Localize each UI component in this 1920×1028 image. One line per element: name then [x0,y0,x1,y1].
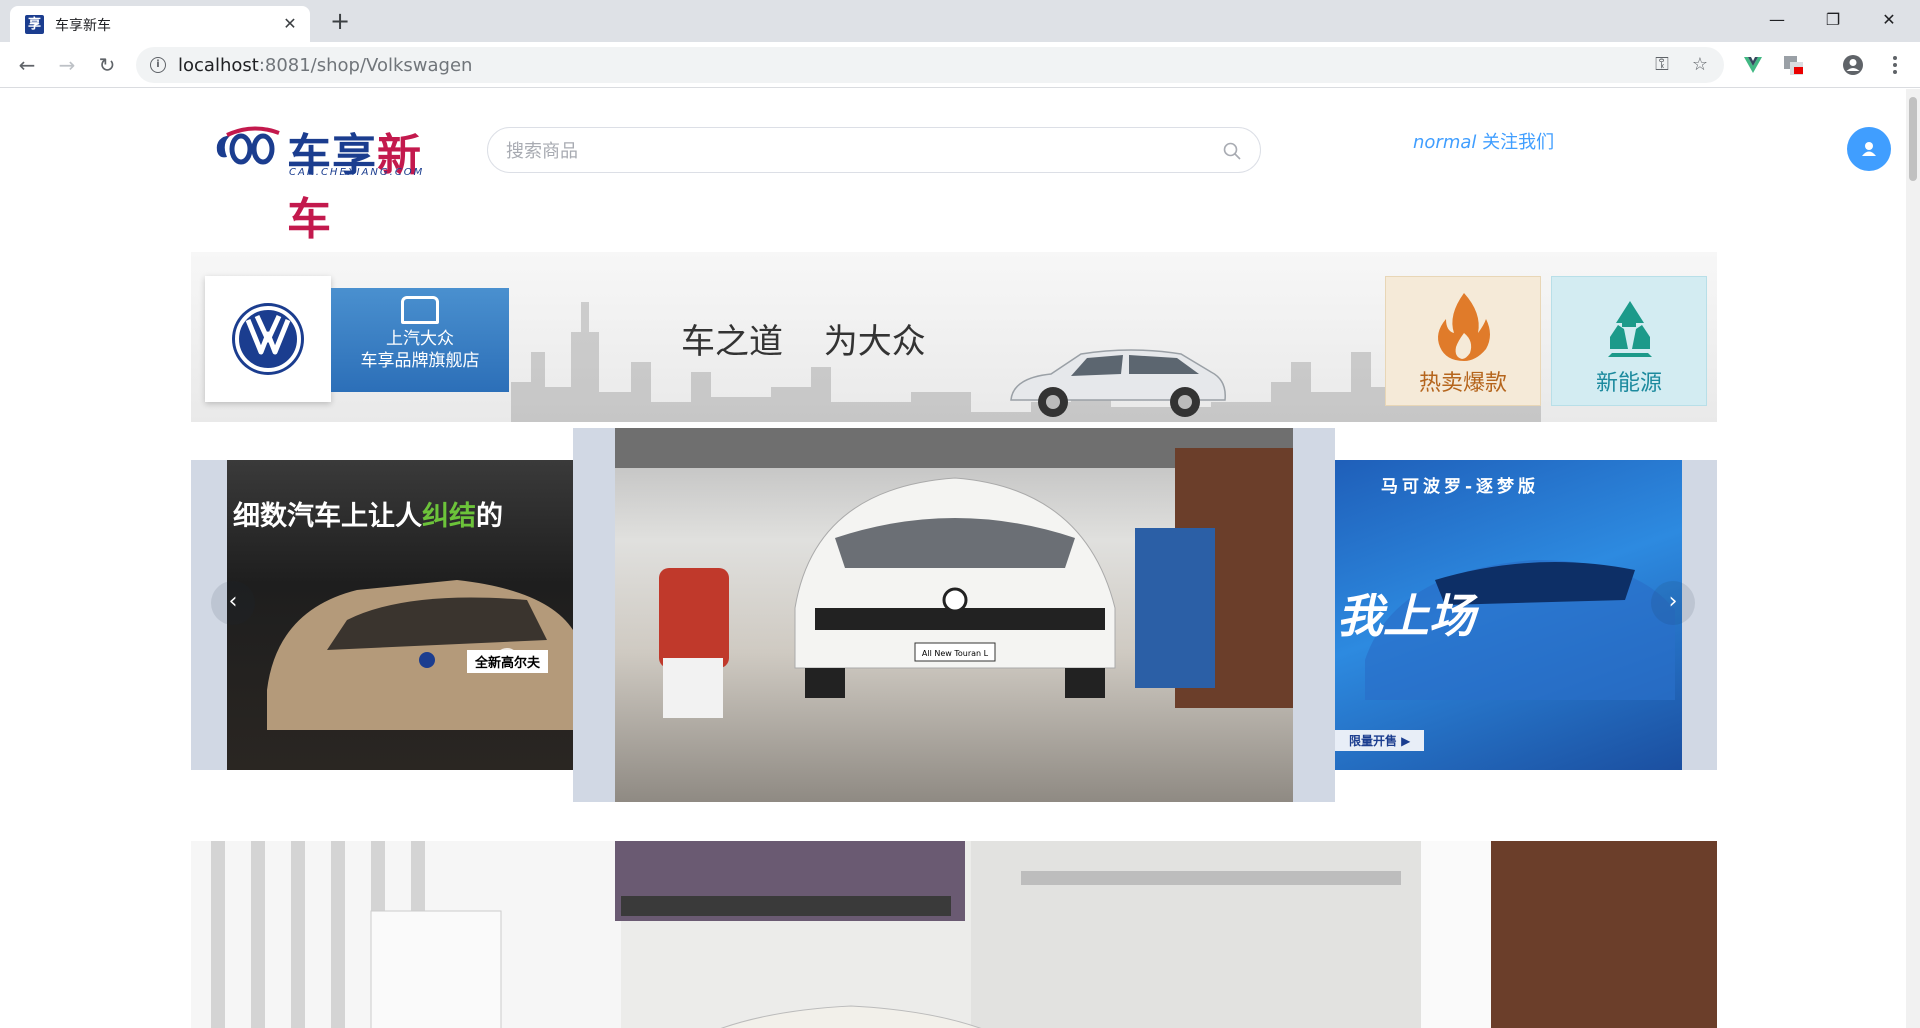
carousel-prev-button[interactable]: ‹ [211,581,255,625]
browser-tabbar: 享 车享新车 ✕ + — ❐ ✕ [0,0,1920,42]
back-button[interactable]: ← [13,51,41,79]
flagship-store-badge[interactable]: 上汽大众 车享品牌旗舰店 [331,288,509,392]
marco-polo-slogan: 我上场 [1337,589,1475,643]
site-logo[interactable]: 车享新车 CAR.CHEXIANG.COM [213,119,463,245]
hot-sale-label: 热卖爆款 [1418,371,1507,396]
new-energy-label: 新能源 [1595,371,1662,396]
address-bar[interactable]: i localhost:8081/shop/Volkswagen ⚿ ☆ [136,47,1724,83]
golf-car-graphic [267,580,573,730]
page-viewport: 车享新车 CAR.CHEXIANG.COM normal 关注我们 [0,89,1906,1028]
new-energy-button[interactable]: 新能源 [1551,276,1707,406]
restore-button[interactable]: ❐ [1810,4,1856,36]
logo-subtitle: CAR.CHEXIANG.COM [289,167,425,178]
golf-ad-image: 细数汽车上让人纠结的 全新高尔夫 [227,460,573,770]
user-icon [1862,142,1876,156]
product-carousel: 细数汽车上让人纠结的 全新高尔夫 All New Touran L 马可波罗-逐… [191,428,1717,808]
recycle-icon [1608,301,1652,357]
page-scrollbar[interactable] [1906,89,1920,1028]
url-text[interactable]: localhost:8081/shop/Volkswagen [178,55,472,76]
new-tab-button[interactable]: + [326,8,354,36]
minimize-button[interactable]: — [1754,4,1800,36]
browser-toolbar: ← → ↻ i localhost:8081/shop/Volkswagen ⚿… [0,42,1920,88]
marco-polo-badge: 限量开售 ▶ [1335,730,1425,751]
search-icon[interactable] [1222,141,1242,161]
username[interactable]: normal [1413,132,1476,153]
car-plate-text: All New Touran L [922,649,989,658]
hot-sale-button[interactable]: 热卖爆款 [1385,276,1541,406]
search-box[interactable] [487,127,1261,173]
suv-car-graphic [1010,349,1226,417]
product-hero-image[interactable] [191,841,1717,1028]
carousel-slide-active[interactable]: All New Touran L [573,428,1335,802]
forward-button[interactable]: → [53,51,81,79]
touran-showroom-image: All New Touran L [615,428,1293,802]
scrollbar-thumb[interactable] [1909,97,1917,181]
logo-text: 车享新车 [287,130,422,245]
flagship-line1: 上汽大众 [386,329,454,349]
menu-icon[interactable] [1884,54,1906,76]
search-input[interactable] [506,138,1206,164]
touran-car-graphic: All New Touran L [615,428,1293,718]
reload-button[interactable]: ↻ [93,51,121,79]
vw-logo-box [205,276,331,402]
carousel-next-button[interactable]: › [1651,581,1695,625]
flagship-line2: 车享品牌旗舰店 [360,351,480,371]
avatar[interactable] [1847,127,1891,171]
marco-polo-ad-image: 马可波罗-逐梦版 我上场 限量开售 ▶ [1335,460,1682,770]
golf-badge: 全新高尔夫 [467,650,549,673]
vw-logo-icon [232,303,304,375]
tab-title: 车享新车 [55,18,111,34]
favicon-icon: 享 [25,15,44,34]
showroom-photo-graphic [191,841,1717,1028]
extension-icon[interactable] [1782,54,1804,76]
shop-icon [401,296,439,324]
logo-mark-icon [216,126,280,165]
banner-slogan: 车之道 为大众 [681,322,926,362]
site-info-icon[interactable]: i [150,57,166,73]
close-window-button[interactable]: ✕ [1866,4,1912,36]
key-icon[interactable]: ⚿ [1650,54,1674,76]
browser-tab[interactable]: 享 车享新车 ✕ [10,6,310,42]
fire-icon [1438,293,1490,361]
profile-icon[interactable] [1842,54,1864,76]
bookmark-star-icon[interactable]: ☆ [1688,54,1712,76]
follow-us-link[interactable]: 关注我们 [1482,132,1554,153]
vue-devtools-icon[interactable] [1742,54,1764,76]
store-banner: 上汽大众 车享品牌旗舰店 车之道 为大众 热卖爆款 新能源 [191,252,1717,422]
user-follow-link[interactable]: normal 关注我们 [1413,128,1554,154]
tab-close-icon[interactable]: ✕ [280,14,300,34]
